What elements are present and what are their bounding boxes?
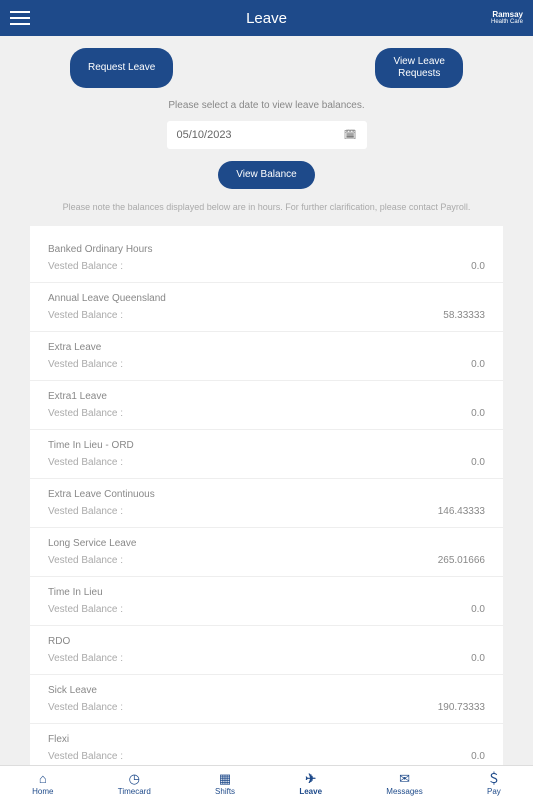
- tab-label: Messages: [386, 787, 422, 796]
- balance-name: Extra Leave Continuous: [48, 489, 485, 500]
- shifts-icon: ▦: [219, 772, 231, 785]
- date-hint: Please select a date to view leave balan…: [30, 100, 503, 111]
- balance-line: Vested Balance : 0.0: [48, 604, 485, 615]
- tab-shifts[interactable]: ▦ Shifts: [215, 772, 235, 796]
- balance-name: Time In Lieu: [48, 587, 485, 598]
- balance-row: Long Service Leave Vested Balance : 265.01…: [30, 528, 503, 577]
- leave-icon: ✈: [305, 772, 316, 785]
- balance-line: Vested Balance : 0.0: [48, 457, 485, 468]
- vested-label: Vested Balance :: [48, 408, 123, 419]
- balance-name: RDO: [48, 636, 485, 647]
- balance-value: 0.0: [471, 653, 485, 664]
- balance-line: Vested Balance : 0.0: [48, 261, 485, 272]
- balance-row: Sick Leave Vested Balance : 190.73333: [30, 675, 503, 724]
- balance-value: 0.0: [471, 457, 485, 468]
- vested-label: Vested Balance :: [48, 457, 123, 468]
- balance-value: 0.0: [471, 261, 485, 272]
- vested-label: Vested Balance :: [48, 702, 123, 713]
- balance-value: 146.43333: [438, 506, 485, 517]
- balance-name: Banked Ordinary Hours: [48, 244, 485, 255]
- balance-value: 0.0: [471, 408, 485, 419]
- view-leave-requests-button[interactable]: View Leave Requests: [375, 48, 463, 88]
- vested-label: Vested Balance :: [48, 310, 123, 321]
- request-leave-button[interactable]: Request Leave: [70, 48, 173, 88]
- view-balance-row: View Balance: [30, 161, 503, 189]
- balance-value: 265.01666: [438, 555, 485, 566]
- tab-label: Pay: [487, 787, 501, 796]
- tab-label: Timecard: [118, 787, 151, 796]
- date-row: 05/10/2023 🗓: [30, 121, 503, 149]
- tab-timecard[interactable]: ◷ Timecard: [118, 772, 151, 796]
- menu-icon[interactable]: [10, 11, 30, 25]
- balance-row: RDO Vested Balance : 0.0: [30, 626, 503, 675]
- balance-row: Extra Leave Continuous Vested Balance : 14…: [30, 479, 503, 528]
- logo-text: Ramsay: [491, 11, 523, 19]
- balance-line: Vested Balance : 58.33333: [48, 310, 485, 321]
- vested-label: Vested Balance :: [48, 555, 123, 566]
- balance-row: Extra1 Leave Vested Balance : 0.0: [30, 381, 503, 430]
- tab-pay[interactable]: ＄ Pay: [487, 772, 501, 796]
- balance-value: 58.33333: [443, 310, 485, 321]
- balance-row: Annual Leave Queensland Vested Balance : 5…: [30, 283, 503, 332]
- main-content: Request Leave View Leave Requests Please…: [0, 36, 533, 765]
- app-header: Leave Ramsay Health Care: [0, 0, 533, 36]
- pay-icon: ＄: [487, 772, 500, 785]
- tab-leave[interactable]: ✈ Leave: [299, 772, 322, 796]
- date-value: 05/10/2023: [177, 129, 232, 141]
- balance-row: Flexi Vested Balance : 0.0: [30, 724, 503, 765]
- date-input[interactable]: 05/10/2023 🗓: [167, 121, 367, 149]
- balance-name: Time In Lieu - ORD: [48, 440, 485, 451]
- balance-value: 190.73333: [438, 702, 485, 713]
- balance-line: Vested Balance : 0.0: [48, 751, 485, 762]
- vested-label: Vested Balance :: [48, 506, 123, 517]
- logo-subtext: Health Care: [491, 19, 523, 25]
- balance-value: 0.0: [471, 359, 485, 370]
- balance-name: Extra1 Leave: [48, 391, 485, 402]
- balance-name: Flexi: [48, 734, 485, 745]
- action-button-row: Request Leave View Leave Requests: [30, 48, 503, 88]
- balance-name: Sick Leave: [48, 685, 485, 696]
- balance-line: Vested Balance : 265.01666: [48, 555, 485, 566]
- page-title: Leave: [246, 10, 287, 27]
- bottom-tabbar: ⌂ Home ◷ Timecard ▦ Shifts ✈ Leave ✉ Messages ＄ Pay: [0, 765, 533, 800]
- balance-row: Banked Ordinary Hours Vested Balance : 0.0: [30, 234, 503, 283]
- vested-label: Vested Balance :: [48, 261, 123, 272]
- balance-row: Extra Leave Vested Balance : 0.0: [30, 332, 503, 381]
- brand-logo: Ramsay Health Care: [491, 11, 523, 25]
- balance-note: Please note the balances displayed below…: [30, 201, 503, 214]
- balance-value: 0.0: [471, 604, 485, 615]
- tab-label: Shifts: [215, 787, 235, 796]
- balance-line: Vested Balance : 0.0: [48, 408, 485, 419]
- balance-row: Time In Lieu Vested Balance : 0.0: [30, 577, 503, 626]
- tab-label: Leave: [299, 787, 322, 796]
- balance-line: Vested Balance : 0.0: [48, 359, 485, 370]
- calendar-icon: 🗓: [344, 130, 357, 141]
- tab-home[interactable]: ⌂ Home: [32, 772, 53, 796]
- vested-label: Vested Balance :: [48, 653, 123, 664]
- tab-messages[interactable]: ✉ Messages: [386, 772, 422, 796]
- balance-name: Annual Leave Queensland: [48, 293, 485, 304]
- balance-line: Vested Balance : 190.73333: [48, 702, 485, 713]
- home-icon: ⌂: [39, 772, 47, 785]
- balance-name: Extra Leave: [48, 342, 485, 353]
- view-balance-button[interactable]: View Balance: [218, 161, 314, 189]
- vested-label: Vested Balance :: [48, 359, 123, 370]
- balance-line: Vested Balance : 0.0: [48, 653, 485, 664]
- balance-value: 0.0: [471, 751, 485, 762]
- tab-label: Home: [32, 787, 53, 796]
- balance-row: Time In Lieu - ORD Vested Balance : 0.0: [30, 430, 503, 479]
- vested-label: Vested Balance :: [48, 751, 123, 762]
- timecard-icon: ◷: [129, 772, 140, 785]
- vested-label: Vested Balance :: [48, 604, 123, 615]
- messages-icon: ✉: [399, 772, 410, 785]
- balances-list: Banked Ordinary Hours Vested Balance : 0.0…: [30, 226, 503, 765]
- balance-line: Vested Balance : 146.43333: [48, 506, 485, 517]
- balance-name: Long Service Leave: [48, 538, 485, 549]
